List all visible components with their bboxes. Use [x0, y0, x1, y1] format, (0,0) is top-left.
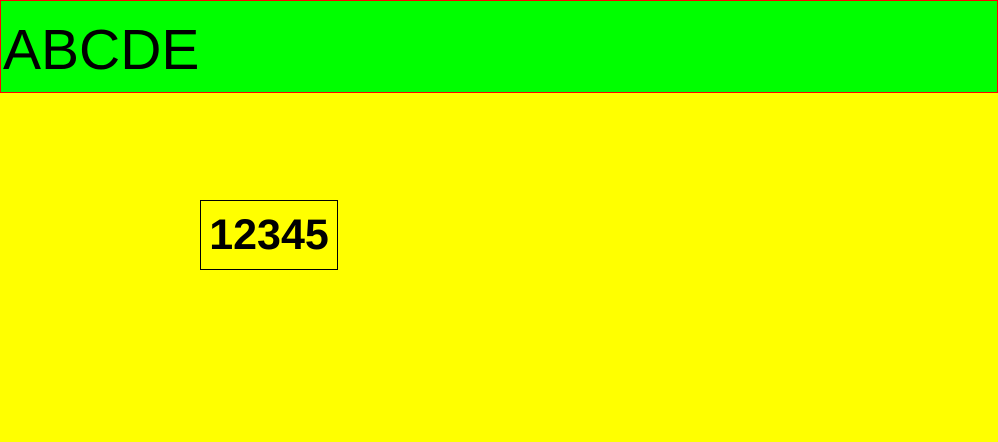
header-bar: ABCDE — [0, 0, 998, 93]
header-text: ABCDE — [3, 18, 200, 82]
boxed-number-text: 12345 — [200, 200, 338, 270]
page-canvas: ABCDE 12345 — [0, 0, 998, 442]
